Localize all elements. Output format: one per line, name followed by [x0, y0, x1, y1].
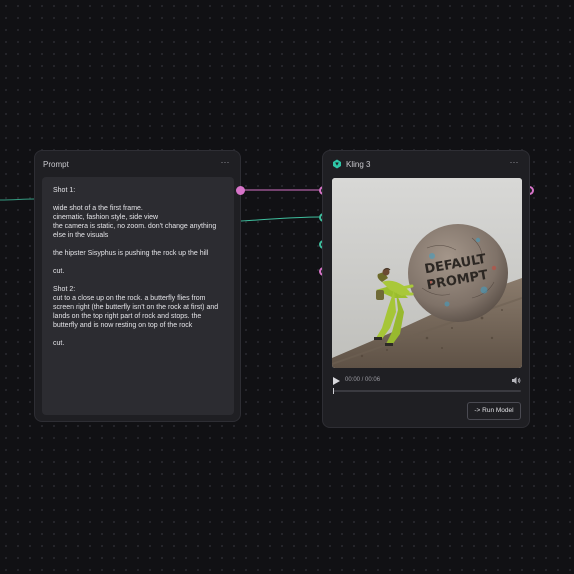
prompt-output-port[interactable] — [236, 186, 245, 195]
kling-node-header[interactable]: Kling 3 ⋯ — [323, 151, 529, 177]
video-player-controls: 00:00 / 00:06 — [333, 375, 521, 395]
prompt-node-header[interactable]: Prompt ⋯ — [35, 151, 240, 177]
time-display: 00:00 / 00:06 — [345, 377, 381, 383]
progress-bar[interactable] — [333, 388, 521, 394]
progress-handle[interactable] — [333, 388, 334, 394]
more-options-icon[interactable]: ⋯ — [510, 157, 520, 167]
wire-teal-to-kling — [240, 216, 320, 222]
video-preview[interactable]: DEFAULT PROMPT — [332, 178, 522, 368]
prompt-node[interactable]: Prompt ⋯ Shot 1: wide shot of a the firs… — [34, 150, 241, 422]
more-options-icon[interactable]: ⋯ — [221, 157, 231, 167]
preview-image: DEFAULT PROMPT — [332, 178, 522, 368]
kling-logo-icon — [333, 159, 341, 169]
kling-node[interactable]: Kling 3 ⋯ DEFAULT PROMPT 00:00 / 00:06 -… — [322, 150, 530, 428]
play-icon[interactable] — [333, 377, 340, 385]
prompt-node-title: Prompt — [43, 160, 69, 169]
kling-node-title: Kling 3 — [346, 160, 371, 169]
prompt-text-area[interactable]: Shot 1: wide shot of a the first frame. … — [42, 177, 234, 415]
run-model-button[interactable]: -> Run Model — [467, 402, 521, 420]
volume-icon[interactable] — [512, 376, 521, 385]
wire-incoming-teal — [0, 198, 35, 201]
